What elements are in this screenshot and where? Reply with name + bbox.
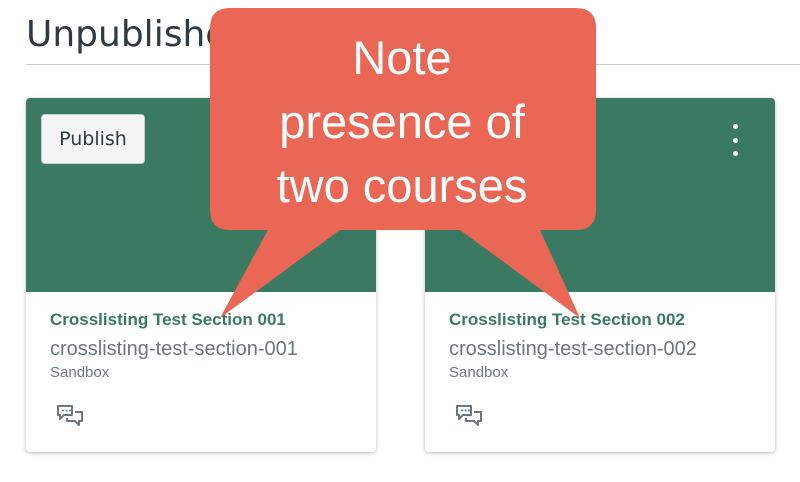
course-name-link[interactable]: Crosslisting Test Section 002 <box>449 310 765 330</box>
course-card-header[interactable] <box>425 98 775 292</box>
course-term: Sandbox <box>449 364 509 381</box>
discussions-icon[interactable] <box>56 404 84 430</box>
course-card-body: Crosslisting Test Section 002 crosslisti… <box>449 310 765 381</box>
discussions-icon[interactable] <box>455 404 483 430</box>
publish-button[interactable]: Publish <box>41 114 145 164</box>
course-card-body: Crosslisting Test Section 001 crosslisti… <box>50 310 366 381</box>
kebab-menu-icon[interactable] <box>725 124 745 156</box>
course-card-header[interactable]: Publish <box>26 98 376 292</box>
course-code: crosslisting-test-section-001 <box>50 338 298 360</box>
section-title: Unpublished Courses <box>26 14 407 55</box>
course-term: Sandbox <box>50 364 110 381</box>
section-divider <box>26 64 800 65</box>
course-code: crosslisting-test-section-002 <box>449 338 697 360</box>
kebab-menu-icon[interactable] <box>326 124 346 156</box>
course-name-link[interactable]: Crosslisting Test Section 001 <box>50 310 366 330</box>
course-card: Publish Crosslisting Test Section 001 cr… <box>26 98 376 452</box>
course-card: Crosslisting Test Section 002 crosslisti… <box>425 98 775 452</box>
